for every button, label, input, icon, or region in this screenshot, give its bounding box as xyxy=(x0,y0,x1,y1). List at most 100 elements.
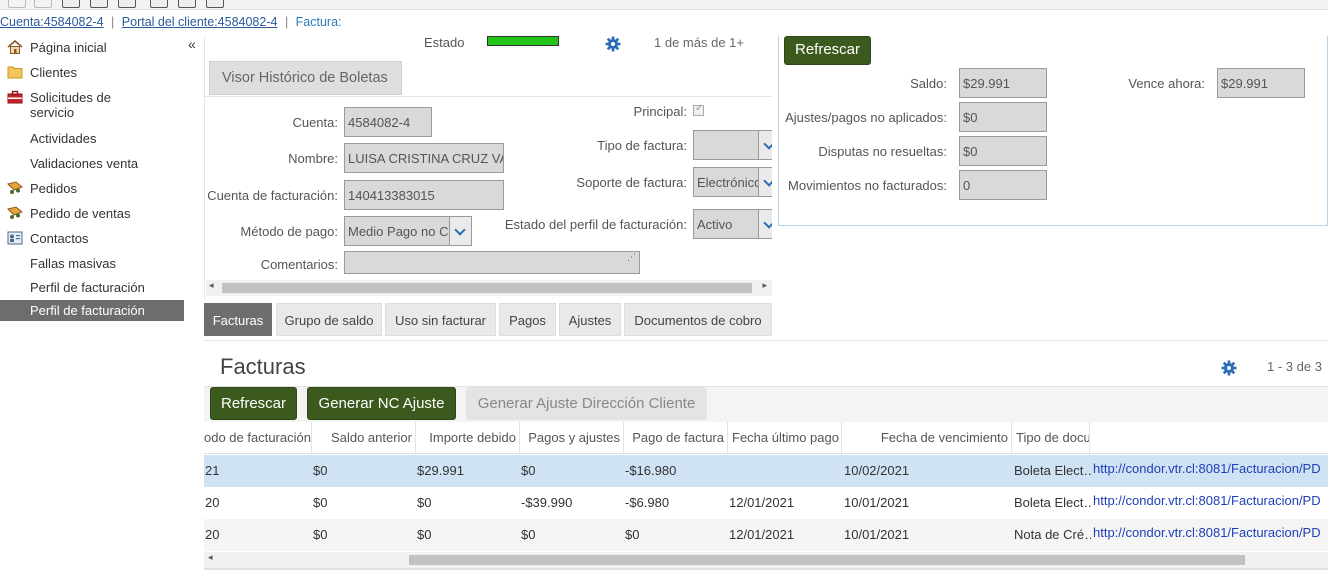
sidebar-item-contactos[interactable]: Contactos xyxy=(0,231,184,246)
cell-importe-debido: $29.991 xyxy=(417,463,464,478)
tab-documentos-cobro[interactable]: Documentos de cobro xyxy=(624,303,772,336)
gear-icon[interactable] xyxy=(605,36,621,52)
breadcrumb-separator: | xyxy=(284,15,289,29)
sidebar-item-clientes[interactable]: Clientes xyxy=(0,65,184,80)
link-icon[interactable] xyxy=(118,0,136,8)
tab-grupo-saldo[interactable]: Grupo de saldo xyxy=(276,303,382,336)
column-pago-factura[interactable]: Pago de factura xyxy=(624,422,728,454)
sidebar-item-validaciones[interactable]: Validaciones venta xyxy=(0,156,184,171)
column-saldo-anterior[interactable]: Saldo anterior xyxy=(312,422,416,454)
cell-saldo-anterior: $0 xyxy=(313,463,328,478)
folder-icon xyxy=(7,66,23,79)
sidebar-item-label: Pedidos xyxy=(30,181,77,196)
tab-facturas[interactable]: Facturas xyxy=(204,303,272,336)
chevron-down-icon[interactable] xyxy=(758,210,772,238)
cell-url-link[interactable]: http://condor.vtr.cl:8081/Facturacion/PD xyxy=(1092,487,1328,519)
estado-perfil-select[interactable]: Activo xyxy=(693,209,772,239)
sidebar-item-perfil-facturacion-active[interactable]: Perfil de facturación xyxy=(0,300,184,321)
sidebar-item-label: Página inicial xyxy=(30,40,107,55)
chevron-down-icon[interactable] xyxy=(758,131,772,159)
nombre-field[interactable]: LUISA CRISTINA CRUZ VA xyxy=(344,143,504,173)
sidebar-item-actividades[interactable]: Actividades xyxy=(0,131,184,146)
table-row[interactable]: 21 $0 $29.991 $0 -$16.980 10/02/2021 Bol… xyxy=(204,455,1328,487)
movimientos-field[interactable]: 0 xyxy=(959,170,1047,200)
refresh-summary-button[interactable]: Refrescar xyxy=(784,36,871,65)
table-row[interactable]: 20 $0 $0 -$39.990 -$6.980 12/01/2021 10/… xyxy=(204,487,1328,519)
breadcrumb-portal-link[interactable]: Portal del cliente:4584082-4 xyxy=(122,15,278,29)
breadcrumb-account-link[interactable]: Cuenta:4584082-4 xyxy=(0,15,104,29)
top-toolbar xyxy=(0,0,1328,10)
column-url[interactable] xyxy=(1090,422,1328,454)
chart-icon[interactable] xyxy=(206,0,224,8)
ajustes-label: Ajustes/pagos no aplicados: xyxy=(785,110,947,125)
save-icon[interactable] xyxy=(62,0,80,8)
refresh-facturas-button[interactable]: Refrescar xyxy=(210,387,297,420)
cell-tipo-documento: Nota de Cré… xyxy=(1014,527,1091,542)
ajustes-field[interactable]: $0 xyxy=(959,102,1047,132)
generar-nc-ajuste-button[interactable]: Generar NC Ajuste xyxy=(307,387,456,420)
column-fecha-ultimo-pago[interactable]: Fecha último pago xyxy=(728,422,842,454)
tab-ajustes[interactable]: Ajustes xyxy=(559,303,621,336)
document-icon[interactable] xyxy=(178,0,196,8)
sidebar-item-pedido-ventas[interactable]: Pedido de ventas xyxy=(0,206,184,221)
vence-ahora-field[interactable]: $29.991 xyxy=(1217,68,1305,98)
saldo-field[interactable]: $29.991 xyxy=(959,68,1047,98)
chevron-down-icon[interactable] xyxy=(758,168,772,196)
list-icon[interactable] xyxy=(150,0,168,8)
contacts-icon xyxy=(7,231,23,245)
saldo-label: Saldo: xyxy=(910,76,947,91)
form-pager: 1 de más de 1+ xyxy=(654,35,744,50)
principal-label: Principal: xyxy=(633,104,687,119)
sidebar-item-perfil-facturacion[interactable]: Perfil de facturación xyxy=(0,280,184,295)
cell-periodo: 20 xyxy=(205,495,220,510)
scrollbar-thumb[interactable] xyxy=(222,283,752,293)
gear-icon[interactable] xyxy=(1221,360,1237,376)
cuenta-facturacion-label: Cuenta de facturación: xyxy=(207,188,338,203)
disabled-icon xyxy=(34,0,52,8)
tipo-factura-select[interactable] xyxy=(693,130,772,160)
sidebar-item-pedidos[interactable]: Pedidos xyxy=(0,181,184,196)
sidebar-item-label: Validaciones venta xyxy=(30,156,139,171)
metodo-pago-select[interactable]: Medio Pago no C xyxy=(344,216,472,246)
cell-url-link[interactable]: http://condor.vtr.cl:8081/Facturacion/PD xyxy=(1092,455,1328,487)
chevron-down-icon[interactable] xyxy=(449,217,471,245)
cell-periodo: 21 xyxy=(205,463,220,478)
cuenta-facturacion-field[interactable]: 140413383015 xyxy=(344,180,504,210)
form-scrollbar[interactable]: ◂ ▸ xyxy=(206,280,772,296)
cell-pago-factura: -$6.980 xyxy=(625,495,670,510)
tab-uso-sin-facturar[interactable]: Uso sin facturar xyxy=(385,303,496,336)
sidebar-item-label: Actividades xyxy=(30,131,97,146)
search-icon[interactable] xyxy=(8,0,26,8)
cell-url-link[interactable]: http://condor.vtr.cl:8081/Facturacion/PD xyxy=(1092,519,1328,551)
disputas-label: Disputas no resueltas: xyxy=(818,144,947,159)
column-periodo[interactable]: odo de facturación xyxy=(204,422,312,454)
table-row[interactable]: 20 $0 $0 $0 $0 12/01/2021 10/01/2021 Not… xyxy=(204,519,1328,551)
sidebar-item-home[interactable]: Página inicial xyxy=(0,40,184,55)
sidebar-item-label: Solicitudes de servicio xyxy=(30,90,111,120)
cell-fecha-ultimo-pago: 12/01/2021 xyxy=(729,495,795,510)
tipo-factura-label: Tipo de factura: xyxy=(597,138,687,153)
scroll-left-icon[interactable]: ◂ xyxy=(208,552,213,563)
principal-checkbox[interactable]: ✓ xyxy=(693,103,704,116)
visor-historico-button[interactable]: Visor Histórico de Boletas xyxy=(209,61,402,95)
sidebar-item-label: Pedido de ventas xyxy=(30,206,131,221)
soporte-factura-select[interactable]: Electrónico xyxy=(693,167,772,197)
column-importe-debido[interactable]: Importe debido xyxy=(416,422,520,454)
scrollbar-thumb[interactable] xyxy=(409,555,1245,565)
settings-icon[interactable] xyxy=(90,0,108,8)
grid-scrollbar[interactable]: ◂ xyxy=(204,552,1328,568)
column-fecha-vencimiento[interactable]: Fecha de vencimiento xyxy=(842,422,1012,454)
nombre-label: Nombre: xyxy=(288,151,338,166)
sidebar: Página inicial Clientes Solicitudes de s… xyxy=(0,36,200,570)
sidebar-item-fallas[interactable]: Fallas masivas xyxy=(0,256,184,271)
comentarios-textarea[interactable]: ⋰ xyxy=(344,251,640,274)
column-tipo-documento[interactable]: Tipo de docu xyxy=(1012,422,1090,454)
resize-handle-icon[interactable]: ⋰ xyxy=(627,252,636,263)
scroll-right-icon[interactable]: ▸ xyxy=(762,280,767,291)
column-pagos-ajustes[interactable]: Pagos y ajustes xyxy=(520,422,624,454)
cuenta-field[interactable]: 4584082-4 xyxy=(344,107,432,137)
scroll-left-icon[interactable]: ◂ xyxy=(209,280,214,291)
disputas-field[interactable]: $0 xyxy=(959,136,1047,166)
sidebar-item-solicitudes[interactable]: Solicitudes de servicio xyxy=(0,90,184,120)
tab-pagos[interactable]: Pagos xyxy=(499,303,556,336)
